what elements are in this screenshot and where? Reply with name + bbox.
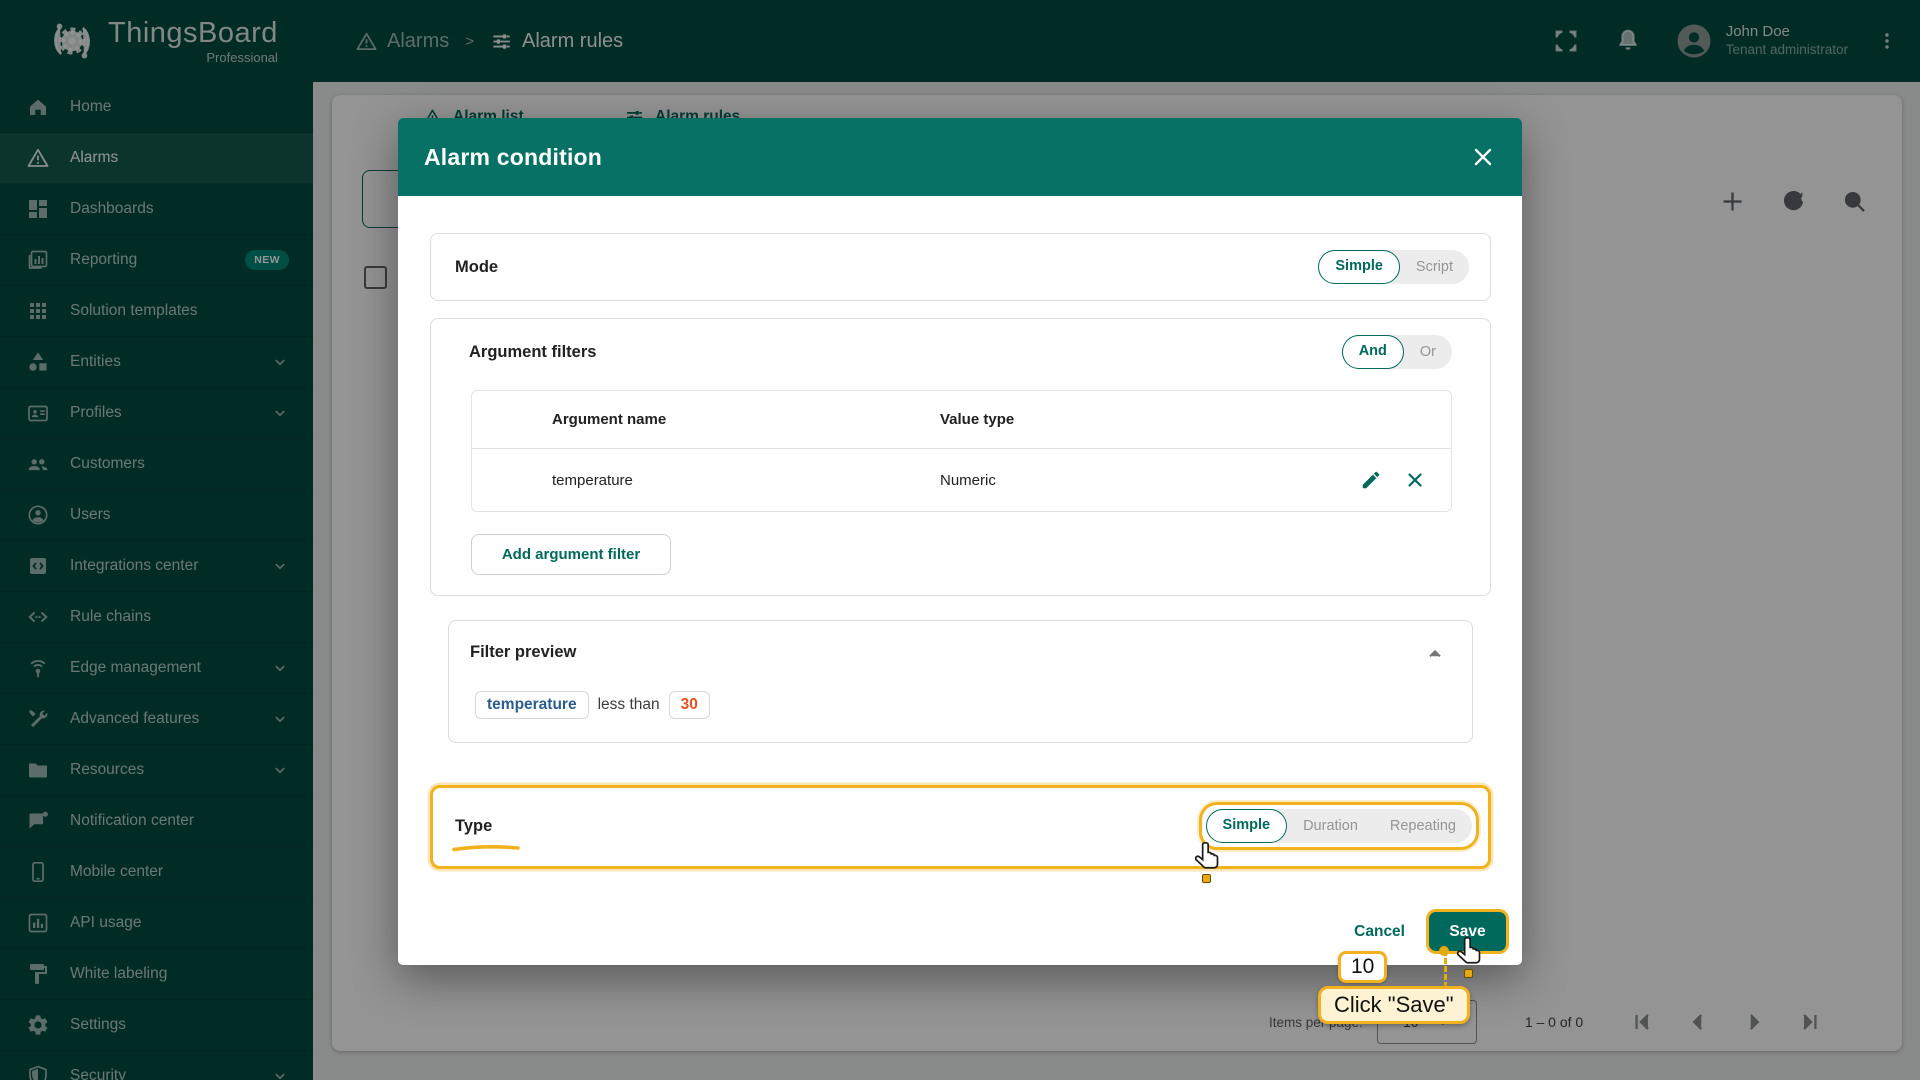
click-indicator <box>1202 874 1211 883</box>
operator-option-or[interactable]: Or <box>1404 335 1452 369</box>
chevron-up-icon[interactable] <box>1424 643 1446 665</box>
annotation-underline <box>451 844 521 852</box>
annotation-tooltip: Click "Save" <box>1318 986 1470 1024</box>
click-indicator <box>1464 969 1473 978</box>
cursor-pointer-simple <box>1193 841 1227 883</box>
type-toggle: Simple Duration Repeating <box>1206 809 1472 843</box>
argument-filters-title: Argument filters <box>469 343 596 362</box>
operator-toggle: And Or <box>1342 335 1452 369</box>
table-header-row: Argument name Value type <box>472 391 1451 449</box>
annotation-toggle-highlight: Simple Duration Repeating <box>1199 802 1479 850</box>
alarm-condition-dialog: Alarm condition Mode Simple Script Argum… <box>398 118 1522 965</box>
annotation-step-number: 10 <box>1338 951 1387 983</box>
column-value-type: Value type <box>940 411 1451 428</box>
operation-text: less than <box>598 696 660 714</box>
mode-toggle: Simple Script <box>1318 250 1469 284</box>
filter-preview-expression: temperature less than 30 <box>475 691 710 719</box>
close-icon[interactable] <box>1470 144 1496 170</box>
filter-preview-title: Filter preview <box>470 643 576 662</box>
type-option-duration[interactable]: Duration <box>1287 809 1374 843</box>
filter-preview-section: Filter preview temperature less than 30 <box>448 620 1473 743</box>
dialog-title: Alarm condition <box>424 144 602 171</box>
add-argument-filter-button[interactable]: Add argument filter <box>471 534 671 575</box>
cell-argument-name: temperature <box>472 472 940 489</box>
mode-label: Mode <box>455 258 498 277</box>
pencil-icon <box>1360 469 1382 491</box>
delete-argument-button[interactable] <box>1393 458 1437 502</box>
column-argument-name: Argument name <box>472 411 940 428</box>
cursor-pointer-save <box>1455 936 1489 978</box>
type-option-simple[interactable]: Simple <box>1206 809 1288 843</box>
value-chip: 30 <box>669 691 710 719</box>
table-row: temperature Numeric <box>472 449 1451 511</box>
mode-option-script[interactable]: Script <box>1400 250 1469 284</box>
annotation-connector-dot <box>1439 946 1449 956</box>
screen: ThingsBoard Professional Alarms > Alarm … <box>0 0 1920 1080</box>
cell-value-type: Numeric <box>940 472 1349 489</box>
argument-filters-table: Argument name Value type temperature Num… <box>471 390 1452 512</box>
dialog-header: Alarm condition <box>398 118 1522 196</box>
argument-chip: temperature <box>475 691 589 719</box>
operator-option-and[interactable]: And <box>1342 335 1404 369</box>
edit-argument-button[interactable] <box>1349 458 1393 502</box>
mode-option-simple[interactable]: Simple <box>1318 250 1400 284</box>
cancel-button[interactable]: Cancel <box>1340 913 1419 951</box>
argument-filters-section: Argument filters And Or Argument name Va… <box>430 318 1491 596</box>
type-section-highlighted: Type Simple Duration Repeating <box>430 785 1491 869</box>
close-icon <box>1404 469 1426 491</box>
type-option-repeating[interactable]: Repeating <box>1374 809 1472 843</box>
type-label: Type <box>455 817 492 836</box>
mode-section: Mode Simple Script <box>430 233 1491 301</box>
